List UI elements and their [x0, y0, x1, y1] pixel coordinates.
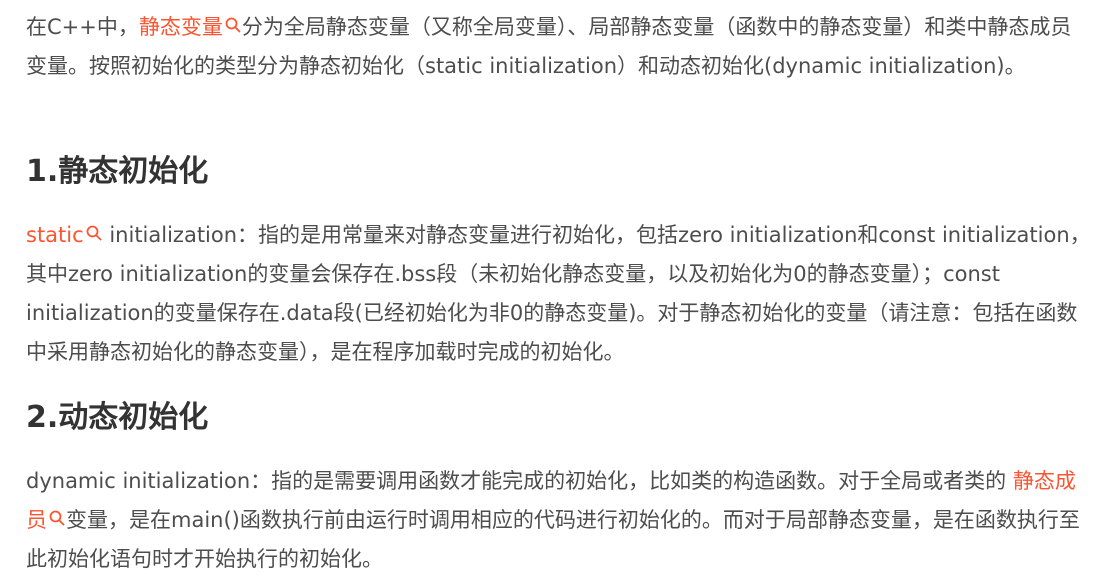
search-icon: [225, 17, 241, 35]
keyword-link-label: static: [26, 223, 84, 247]
paragraph-static-init: static initialization：指的是用常量来对静态变量进行初始化，…: [26, 216, 1091, 372]
paragraph-text: 变量，是在main()函数执行前由运行时调用相应的代码进行初始化的。而对于局部静…: [26, 508, 1080, 571]
article-content: 在C++中，静态变量 分为全局静态变量（又称全局变量）、局部静态变量（函数中的静态…: [0, 0, 1109, 583]
keyword-link-static-variable[interactable]: 静态变量: [139, 15, 242, 39]
search-icon: [49, 510, 65, 528]
keyword-link-label: 静态变量: [138, 15, 223, 39]
paragraph-intro: 在C++中，静态变量 分为全局静态变量（又称全局变量）、局部静态变量（函数中的静态…: [26, 8, 1091, 86]
paragraph-dynamic-init: dynamic initialization：指的是需要调用函数才能完成的初始化…: [26, 462, 1091, 579]
paragraph-text: dynamic initialization：指的是需要调用函数才能完成的初始化…: [26, 469, 1013, 493]
search-icon: [86, 225, 102, 243]
section-heading-static-init: 1.静态初始化: [26, 154, 209, 189]
paragraph-text: 在C++中，: [26, 15, 139, 39]
keyword-link-static[interactable]: static: [26, 223, 103, 247]
paragraph-text: initialization：指的是用常量来对静态变量进行初始化，包括zero …: [26, 223, 1091, 364]
section-heading-dynamic-init: 2.动态初始化: [26, 400, 209, 435]
